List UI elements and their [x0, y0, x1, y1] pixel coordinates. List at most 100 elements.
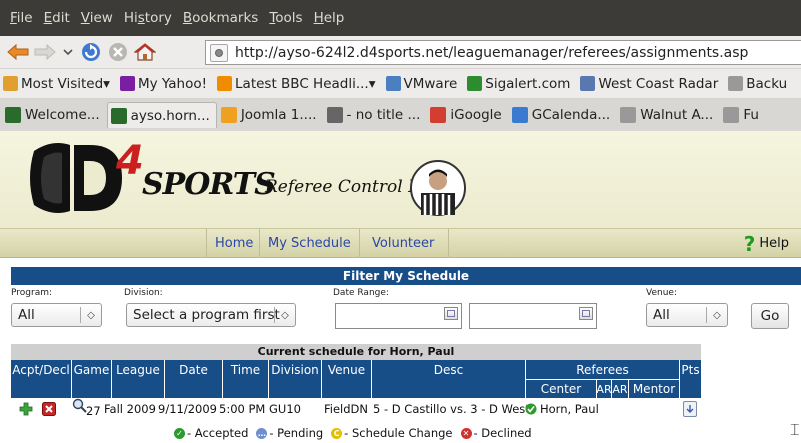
subcol-blank [372, 380, 526, 398]
vmware-icon [385, 76, 401, 91]
calendar-end-icon[interactable] [579, 307, 593, 320]
calendar-start-icon[interactable] [444, 307, 458, 320]
division-select[interactable]: Select a program first ◇ [126, 303, 296, 327]
col-venue: Venue [322, 360, 372, 380]
game-details-button[interactable] [72, 394, 87, 416]
nav-volunteer-link[interactable]: Volunteer [359, 229, 450, 258]
reload-icon [82, 43, 100, 61]
stop-button[interactable] [106, 40, 130, 64]
menu-history[interactable]: History [124, 10, 172, 26]
site-identity-icon[interactable] [210, 43, 228, 62]
program-select[interactable]: All ◇ [11, 303, 102, 327]
bookmark-item[interactable]: VMware [385, 76, 457, 92]
page-icon [723, 107, 740, 123]
date-start-input[interactable] [335, 303, 462, 329]
web-page: 4 SPORTS Referee Control Panel Home My S… [0, 131, 801, 443]
col-game: Game [72, 360, 112, 380]
col-referees: Referees [526, 360, 680, 380]
subcol-ar1: AR [596, 379, 612, 398]
subcol-blank [322, 380, 372, 398]
mouse-cursor-icon: ⌶ [790, 420, 800, 439]
browser-tab[interactable]: iGoogle [427, 102, 507, 128]
bookmark-item[interactable]: Latest BBC Headli...▾ [217, 76, 376, 92]
bookmark-item[interactable]: My Yahoo! [119, 76, 207, 92]
program-select-value: All [18, 307, 35, 323]
rss-icon [217, 76, 233, 91]
updown-arrow-icon: ◇ [281, 309, 289, 321]
close-icon [42, 402, 56, 416]
browser-tab[interactable]: Walnut A... [617, 102, 719, 128]
site-banner: 4 SPORTS Referee Control Panel [0, 131, 801, 228]
legend-item: … - Pending [256, 426, 323, 440]
legend-status-icon: ✓ [174, 427, 185, 439]
venue-select-value: All [653, 307, 670, 323]
menu-file[interactable]: File [10, 10, 33, 26]
legend-item: C- Schedule Change [331, 426, 453, 440]
page-icon [620, 107, 637, 123]
history-dropdown-button[interactable] [60, 40, 76, 64]
accepted-check-icon [525, 403, 537, 415]
gcalendar-icon [511, 107, 528, 123]
radar-icon [580, 76, 596, 91]
home-icon [134, 43, 156, 61]
browser-tab[interactable]: Welcome... [2, 102, 106, 128]
col-division: Division [269, 360, 322, 380]
program-label: Program: [11, 288, 53, 298]
browser-tab[interactable]: Fu [720, 102, 765, 128]
nav-my-schedule-link[interactable]: My Schedule [259, 229, 359, 258]
plus-icon [19, 402, 33, 416]
nav-home-link[interactable]: Home [206, 229, 261, 258]
legend-label: - Pending [269, 426, 324, 440]
decline-button[interactable] [42, 398, 56, 420]
reload-button[interactable] [79, 40, 103, 64]
forward-button[interactable] [33, 40, 57, 64]
bookmark-label: Most Visited▾ [21, 75, 110, 92]
venue-cell: FieldDN [324, 402, 369, 416]
bookmark-item[interactable]: Most Visited▾ [3, 76, 110, 92]
legend-label: - Accepted [187, 426, 249, 440]
legend-status-icon: C [331, 427, 343, 439]
go-button[interactable]: Go [751, 303, 789, 329]
subcol-blank [269, 380, 322, 398]
home-button[interactable] [133, 40, 157, 64]
subcol-blank [223, 380, 269, 398]
browser-tab[interactable]: Joomla 1.... [218, 102, 323, 128]
browser-tab[interactable]: - no title ... [324, 102, 427, 128]
magnifier-icon [72, 398, 87, 413]
accept-button[interactable] [19, 398, 33, 420]
legend-status-icon: ✕ [460, 427, 472, 439]
legend-item: ✕ - Declined [460, 426, 532, 440]
help-link[interactable]: ? Help [744, 229, 789, 258]
menu-help[interactable]: Help [314, 10, 345, 26]
browser-tab[interactable]: ayso.horn... [106, 102, 217, 128]
points-button[interactable] [683, 398, 697, 420]
date-cell: 9/11/2009 [158, 402, 217, 416]
legend-item: ✓ - Accepted [174, 426, 248, 440]
menu-edit[interactable]: Edit [44, 10, 70, 26]
browser-tab[interactable]: GCalenda... [509, 102, 617, 128]
subcol-blank [165, 380, 223, 398]
menu-tools[interactable]: Tools [269, 10, 302, 26]
tab-label: Welcome... [25, 107, 100, 123]
back-button[interactable] [6, 40, 30, 64]
menu-view[interactable]: View [81, 10, 113, 26]
menu-bookmarks[interactable]: Bookmarks [183, 10, 258, 26]
subcol-blank [112, 380, 165, 398]
division-cell: GU10 [269, 402, 301, 416]
tab-strip: Welcome... ayso.horn... Joomla 1.... - no t… [0, 99, 801, 131]
ayso-icon [5, 107, 21, 123]
tab-label: ayso.horn... [130, 107, 210, 124]
desc-cell: 5 - D Castillo vs. 3 - D West [373, 402, 530, 416]
date-end-input[interactable] [469, 303, 597, 329]
bookmark-item[interactable]: Sigalert.com [467, 76, 570, 92]
bookmark-item[interactable]: West Coast Radar [580, 76, 718, 92]
venue-label: Venue: [646, 288, 677, 298]
url-bar[interactable]: http://ayso-624l2.d4sports.net/leagueman… [205, 40, 801, 65]
venue-select[interactable]: All ◇ [646, 303, 728, 327]
col-desc: Desc [372, 360, 526, 380]
bookmark-item[interactable]: Backu [728, 76, 787, 92]
col-pts: Pts [681, 363, 700, 377]
notitle-icon [326, 107, 343, 123]
menu-bar: File Edit View History Bookmarks Tools H… [0, 0, 801, 36]
logo-d-icon [30, 143, 122, 213]
